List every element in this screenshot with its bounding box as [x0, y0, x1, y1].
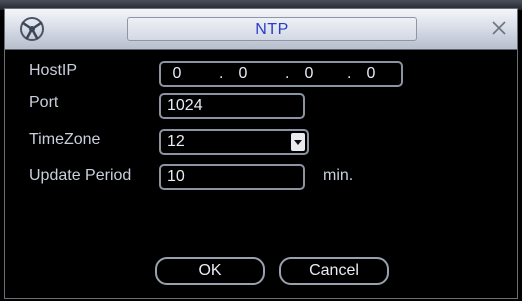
title-bar[interactable]: NTP — [5, 9, 517, 50]
window-title: NTP — [255, 21, 289, 38]
update-period-value: 10 — [167, 168, 185, 185]
title-field: NTP — [127, 17, 417, 41]
app-logo-icon — [20, 17, 44, 41]
update-period-input[interactable]: 10 — [159, 164, 305, 190]
ip-separator-dot: . — [285, 65, 290, 82]
ip-separator-dot: . — [347, 65, 352, 82]
update-period-label: Update Period — [29, 167, 132, 184]
hostip-field[interactable]: 0 . 0 . 0 . 0 — [159, 61, 403, 87]
ok-button[interactable]: OK — [155, 257, 265, 285]
ip-separator-dot: . — [219, 65, 224, 82]
timezone-select[interactable]: 12 — [159, 129, 309, 155]
timezone-value: 12 — [167, 133, 185, 150]
timezone-label: TimeZone — [29, 131, 101, 148]
ntp-dialog: NTP HostIP 0 . 0 . 0 . 0 Port 1024 TimeZ… — [4, 8, 518, 299]
port-label: Port — [29, 94, 59, 111]
hostip-octet-4[interactable]: 0 — [359, 65, 383, 83]
close-icon[interactable] — [489, 18, 509, 38]
port-value: 1024 — [167, 97, 203, 114]
chevron-down-icon[interactable] — [291, 133, 305, 151]
update-period-unit: min. — [323, 167, 354, 184]
hostip-octet-2[interactable]: 0 — [231, 65, 255, 83]
cancel-button[interactable]: Cancel — [279, 257, 389, 285]
hostip-octet-3[interactable]: 0 — [297, 65, 321, 83]
port-input[interactable]: 1024 — [159, 93, 305, 119]
hostip-label: HostIP — [29, 62, 78, 79]
hostip-octet-1[interactable]: 0 — [165, 65, 189, 83]
